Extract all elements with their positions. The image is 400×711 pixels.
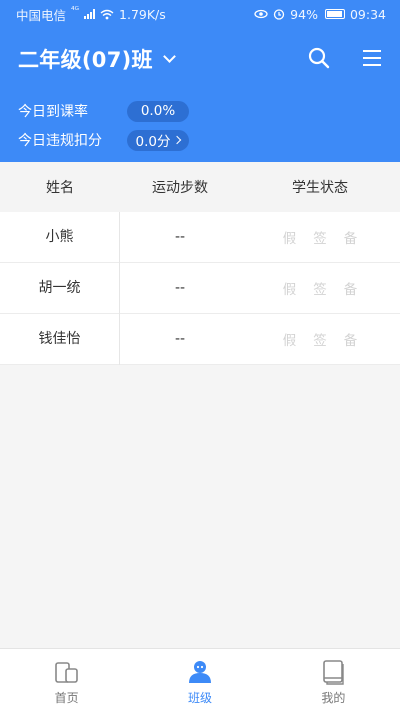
class-title: 二年级(07)班 <box>18 48 153 72</box>
bottom-tab-bar: 首页 班级 我的 <box>0 648 400 711</box>
note-button[interactable]: 备 <box>344 278 358 298</box>
network-speed: 1.79K/s <box>119 6 166 22</box>
attendance-label: 今日到课率 <box>18 104 88 120</box>
status-actions: 假 签 备 <box>240 227 400 247</box>
step-count: -- <box>174 280 186 296</box>
header: 中国电信 ⁴ᴳ 1.79K/s 94% 09:34 二年级(07)班 今日到课率… <box>0 0 400 162</box>
status-actions: 假 签 备 <box>240 278 400 298</box>
student-name: 钱佳怡 <box>0 313 120 365</box>
attendance-stat: 今日到课率 0.0% <box>18 100 189 122</box>
table-row[interactable]: 钱佳怡 -- 假 签 备 <box>0 313 400 365</box>
violation-label: 今日违规扣分 <box>18 133 102 149</box>
step-count: -- <box>174 229 186 245</box>
violation-value[interactable]: 0.0分 <box>127 129 189 151</box>
status-bar: 中国电信 ⁴ᴳ 1.79K/s 94% 09:34 <box>0 0 400 28</box>
clock: 09:34 <box>349 6 386 22</box>
student-name: 小熊 <box>0 211 120 263</box>
step-count: -- <box>174 331 186 347</box>
search-icon[interactable] <box>305 44 333 72</box>
tab-class-label: 班级 <box>187 691 212 705</box>
chevron-down-icon <box>162 49 176 63</box>
tab-profile[interactable]: 我的 <box>267 649 400 711</box>
violation-stat[interactable]: 今日违规扣分 0.0分 <box>18 129 189 151</box>
tab-home[interactable]: 首页 <box>0 649 133 711</box>
class-icon <box>188 661 211 683</box>
eye-icon <box>254 9 268 19</box>
wifi-icon <box>100 9 114 19</box>
profile-icon <box>323 660 345 685</box>
menu-icon[interactable] <box>358 44 386 72</box>
table-row[interactable]: 小熊 -- 假 签 备 <box>0 211 400 263</box>
carrier-label: 中国电信 <box>16 7 67 23</box>
checkin-button[interactable]: 签 <box>313 329 327 349</box>
note-button[interactable]: 备 <box>344 329 358 349</box>
tab-profile-label: 我的 <box>321 691 346 705</box>
header-steps: 运动步数 <box>152 180 208 196</box>
table-header: 姓名 运动步数 学生状态 <box>0 162 400 212</box>
status-actions: 假 签 备 <box>240 329 400 349</box>
leave-button[interactable]: 假 <box>283 329 297 349</box>
leave-button[interactable]: 假 <box>283 227 297 247</box>
checkin-button[interactable]: 签 <box>313 278 327 298</box>
class-selector[interactable]: 二年级(07)班 <box>18 42 176 76</box>
leave-button[interactable]: 假 <box>283 278 297 298</box>
signal-icon <box>84 9 96 19</box>
network-type: ⁴ᴳ <box>71 6 80 16</box>
student-table: 姓名 运动步数 学生状态 小熊 -- 假 签 备 胡一统 -- 假 签 备 钱佳… <box>0 162 400 365</box>
table-row[interactable]: 胡一统 -- 假 签 备 <box>0 262 400 314</box>
attendance-value: 0.0% <box>127 100 189 122</box>
tab-home-label: 首页 <box>54 691 79 705</box>
student-name: 胡一统 <box>0 262 120 314</box>
chevron-right-icon <box>173 135 182 145</box>
checkin-button[interactable]: 签 <box>313 227 327 247</box>
battery-icon <box>324 9 345 19</box>
tab-class[interactable]: 班级 <box>133 649 266 711</box>
alarm-icon <box>274 9 285 20</box>
header-name: 姓名 <box>46 180 74 196</box>
battery-percent: 94% <box>290 6 318 22</box>
header-status: 学生状态 <box>292 180 348 196</box>
home-icon <box>54 662 78 683</box>
note-button[interactable]: 备 <box>344 227 358 247</box>
